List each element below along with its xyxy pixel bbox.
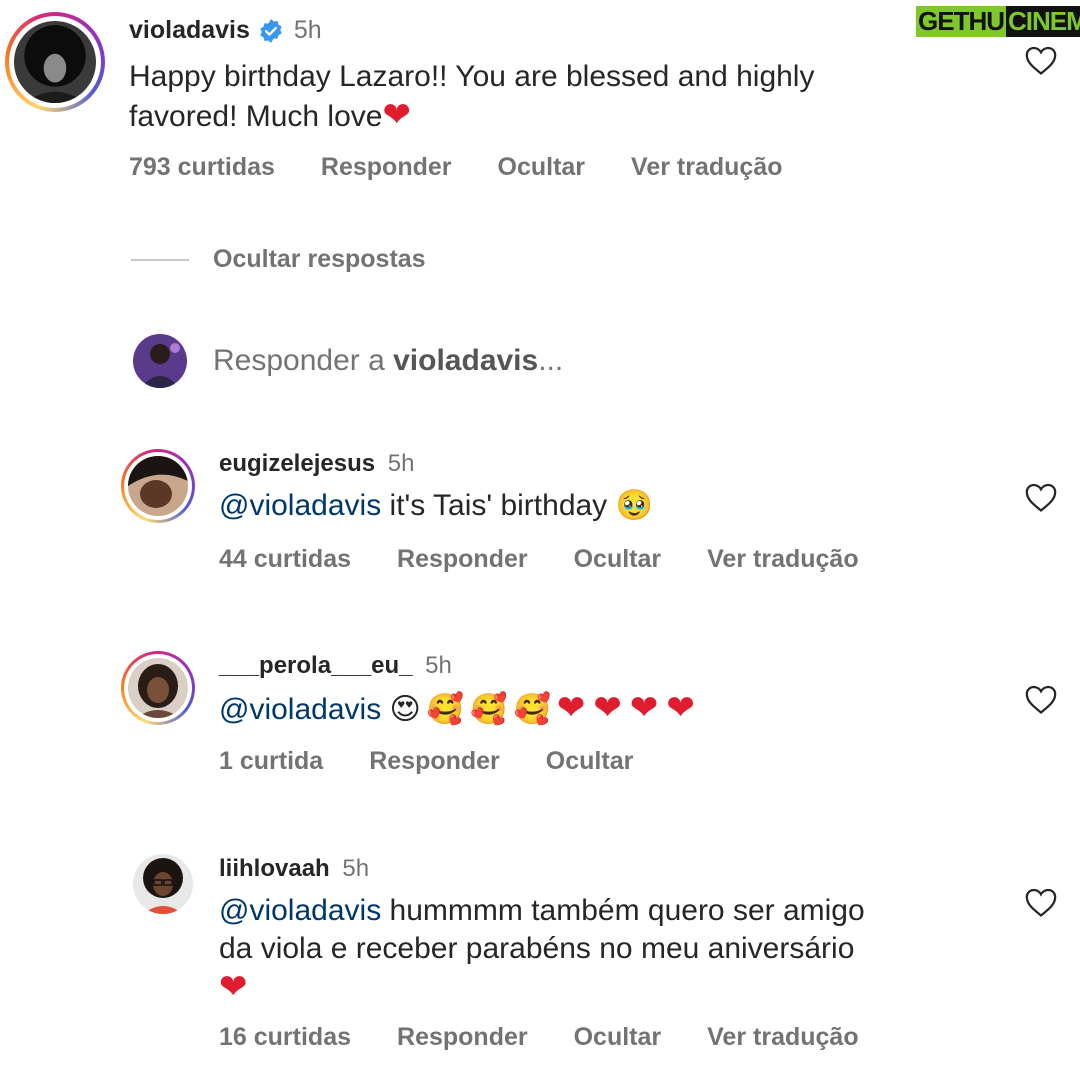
likes-count[interactable]: 44 curtidas	[219, 545, 351, 574]
reply-input-suffix: ...	[538, 344, 564, 377]
likes-count[interactable]: 16 curtidas	[219, 1023, 351, 1052]
reply2-text: @violadavis 😍🥰🥰🥰❤❤❤❤	[219, 689, 703, 729]
reply-input-target: violadavis	[393, 344, 539, 377]
reply-button[interactable]: Responder	[397, 545, 528, 574]
avatar-violadavis[interactable]	[5, 12, 105, 112]
avatar-perola-eu[interactable]	[121, 651, 195, 725]
main-comment-text: Happy birthday Lazaro!! You are blessed …	[129, 58, 929, 136]
translate-button[interactable]: Ver tradução	[631, 153, 782, 182]
smiling-faces-emojis: 😍🥰🥰🥰	[389, 692, 557, 727]
main-time: 5h	[293, 16, 322, 44]
current-user-avatar	[133, 334, 187, 388]
profile-photo	[14, 21, 96, 103]
watermark-logo: GETHUCINEMA	[916, 2, 1080, 40]
reply3-username[interactable]: liihlovaah	[219, 855, 330, 882]
like-heart-icon[interactable]	[1024, 44, 1058, 76]
reply1-text: @violadavis it's Tais' birthday 🥹	[219, 487, 653, 525]
main-username[interactable]: violadavis	[129, 16, 250, 45]
main-text-line2: favored! Much love	[129, 100, 383, 133]
reply1-actions: 44 curtidas Responder Ocultar Ver traduç…	[219, 545, 905, 574]
main-comment-actions: 793 curtidas Responder Ocultar Ver tradu…	[129, 153, 829, 182]
reply2-mention[interactable]: @violadavis	[219, 693, 381, 726]
likes-count[interactable]: 1 curtida	[219, 747, 323, 776]
reply1-username[interactable]: eugizelejesus	[219, 450, 375, 477]
likes-count[interactable]: 793 curtidas	[129, 153, 275, 182]
hide-button[interactable]: Ocultar	[546, 747, 634, 776]
pleading-face-emoji: 🥹	[615, 488, 653, 523]
red-heart-emoji: ❤	[382, 95, 411, 135]
reply1-body: it's Tais' birthday	[381, 489, 616, 522]
watermark-part1: GETHU	[916, 5, 1006, 37]
reply2-username[interactable]: ___perola___eu_	[219, 652, 412, 679]
hide-button[interactable]: Ocultar	[574, 1023, 662, 1052]
reply3-mention[interactable]: @violadavis	[219, 894, 381, 927]
translate-button[interactable]: Ver tradução	[707, 1023, 858, 1052]
like-heart-icon[interactable]	[1024, 683, 1058, 715]
like-heart-icon[interactable]	[1024, 481, 1058, 513]
reply3-text: @violadavis hummmm também quero ser amig…	[219, 892, 999, 1006]
reply-button[interactable]: Responder	[397, 1023, 528, 1052]
reply3-line2: da viola e receber parabéns no meu anive…	[219, 932, 855, 965]
avatar-eugizelejesus[interactable]	[121, 449, 195, 523]
reply-button[interactable]: Responder	[321, 153, 452, 182]
verified-badge-icon	[260, 18, 282, 43]
hide-button[interactable]: Ocultar	[574, 545, 662, 574]
red-heart-emoji: ❤	[219, 967, 248, 1007]
watermark-part2: CINEMA	[1006, 5, 1080, 37]
avatar-liihlovaah[interactable]	[133, 854, 193, 914]
reply2-actions: 1 curtida Responder Ocultar	[219, 747, 679, 776]
reply3-actions: 16 curtidas Responder Ocultar Ver traduç…	[219, 1023, 905, 1052]
reply1-time: 5h	[387, 450, 415, 477]
reply1-mention[interactable]: @violadavis	[219, 489, 381, 522]
reply-input-prefix: Responder a	[213, 344, 394, 377]
red-hearts-emojis: ❤❤❤❤	[556, 688, 703, 728]
translate-button[interactable]: Ver tradução	[707, 545, 858, 574]
reply2-time: 5h	[425, 652, 452, 679]
like-heart-icon[interactable]	[1024, 886, 1058, 918]
reply3-time: 5h	[342, 855, 370, 882]
reply3-header: liihlovaah 5h	[219, 855, 369, 883]
reply3-line1: hummmm também quero ser amigo	[381, 894, 865, 927]
hide-button[interactable]: Ocultar	[498, 153, 586, 182]
reply-button[interactable]: Responder	[369, 747, 500, 776]
main-text-line1: Happy birthday Lazaro!! You are blessed …	[129, 60, 815, 93]
reply-input[interactable]: Responder a violadavis...	[213, 344, 563, 378]
hide-replies-divider	[131, 259, 189, 261]
main-comment-header: violadavis 5h	[129, 16, 322, 45]
reply1-header: eugizelejesus 5h	[219, 450, 414, 478]
reply2-header: ___perola___eu_ 5h	[219, 652, 452, 680]
hide-replies-button[interactable]: Ocultar respostas	[213, 245, 426, 274]
